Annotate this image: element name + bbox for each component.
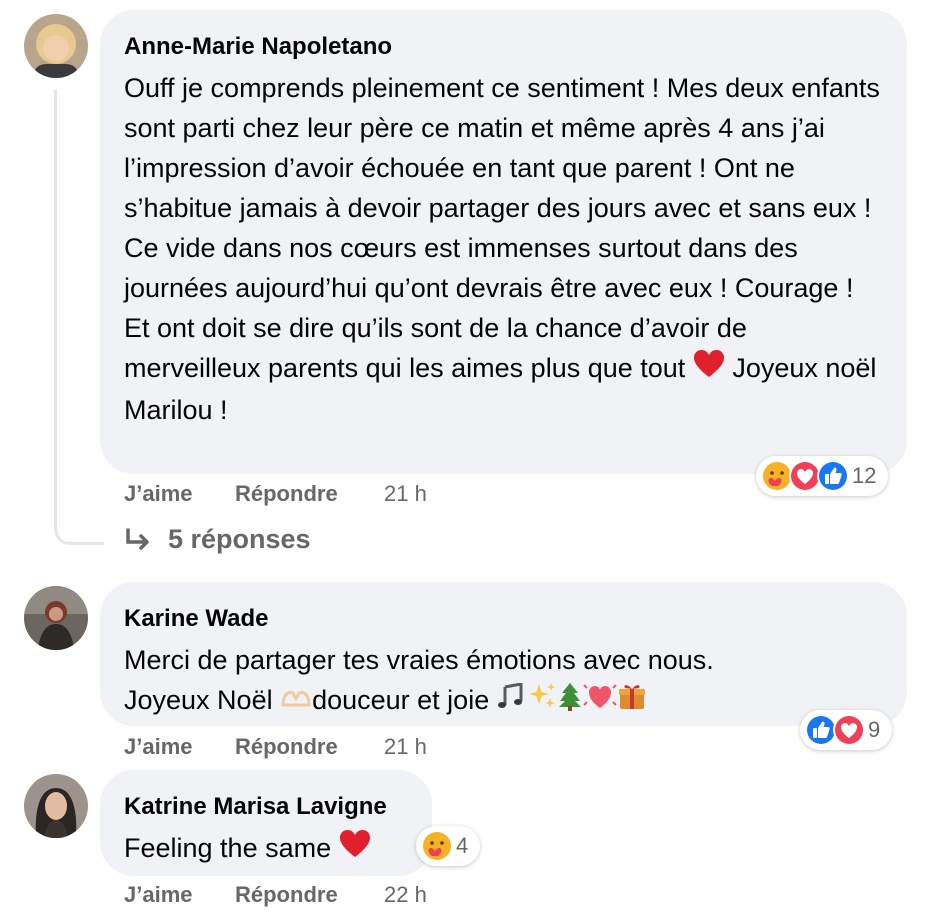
comment-author[interactable]: Katrine Marisa Lavigne [124, 792, 408, 822]
comment-text: Ouff je comprends pleinement ce sentimen… [124, 68, 883, 430]
love-reaction-icon [832, 713, 866, 747]
reaction-count: 9 [868, 717, 881, 742]
comment-timestamp[interactable]: 22 h [384, 882, 427, 908]
like-button[interactable]: J’aime [124, 734, 235, 760]
replies-count-label[interactable]: 5 réponses [168, 524, 311, 555]
comment-bubble: Katrine Marisa Lavigne Feeling the same [100, 770, 432, 876]
care-reaction-icon [420, 829, 454, 863]
reply-button[interactable]: Répondre [235, 734, 384, 760]
comment-text: Merci de partager tes vraies émotions av… [124, 640, 883, 722]
like-button[interactable]: J’aime [124, 882, 235, 908]
view-replies-link[interactable]: 5 réponses [124, 524, 311, 555]
christmas-tree-icon [557, 681, 583, 722]
avatar[interactable] [24, 586, 88, 650]
comment-body: Ouff je comprends pleinement ce sentimen… [124, 73, 880, 383]
red-heart-icon [693, 349, 725, 390]
reactions-summary[interactable]: 9 [800, 710, 893, 750]
red-heart-icon [339, 829, 371, 870]
reactions-summary[interactable]: 12 [756, 456, 889, 496]
like-reaction-icon [816, 459, 850, 493]
comment-text-line: Merci de partager tes vraies émotions av… [124, 645, 714, 675]
comment-author[interactable]: Anne-Marie Napoletano [124, 32, 883, 62]
gift-icon [617, 681, 647, 722]
beating-heart-icon [583, 681, 617, 722]
comment-body: douceur et joie [312, 685, 497, 715]
music-notes-icon [497, 682, 527, 722]
reply-button[interactable]: Répondre [235, 481, 384, 507]
sparkles-icon [527, 681, 557, 722]
comment-bubble: Karine Wade Merci de partager tes vraies… [100, 582, 907, 726]
comment-text-line: Joyeux Noël douceur et joie [124, 680, 883, 722]
comment-body: Feeling the same [124, 833, 339, 863]
avatar[interactable] [24, 14, 88, 78]
reply-arrow-icon [126, 527, 149, 550]
comment-actions: J’aime Répondre 21 h [124, 481, 427, 507]
comment-actions: J’aime Répondre 22 h [124, 882, 427, 908]
comment-bubble: Anne-Marie Napoletano Ouff je comprends … [100, 10, 907, 474]
comment-author[interactable]: Karine Wade [124, 604, 883, 634]
reaction-count: 4 [456, 833, 469, 858]
avatar[interactable] [24, 774, 88, 838]
comment-timestamp[interactable]: 21 h [384, 734, 427, 760]
comment-text: Feeling the same [124, 828, 408, 870]
comment-actions: J’aime Répondre 21 h [124, 734, 427, 760]
reactions-summary[interactable]: 4 [416, 826, 481, 866]
comment-timestamp[interactable]: 21 h [384, 481, 427, 507]
hands-icon [280, 682, 312, 722]
like-button[interactable]: J’aime [124, 481, 235, 507]
reply-button[interactable]: Répondre [235, 882, 384, 908]
thread-connector-line [54, 90, 104, 545]
reaction-count: 12 [852, 463, 877, 488]
comment-body: Joyeux Noël [124, 685, 281, 715]
